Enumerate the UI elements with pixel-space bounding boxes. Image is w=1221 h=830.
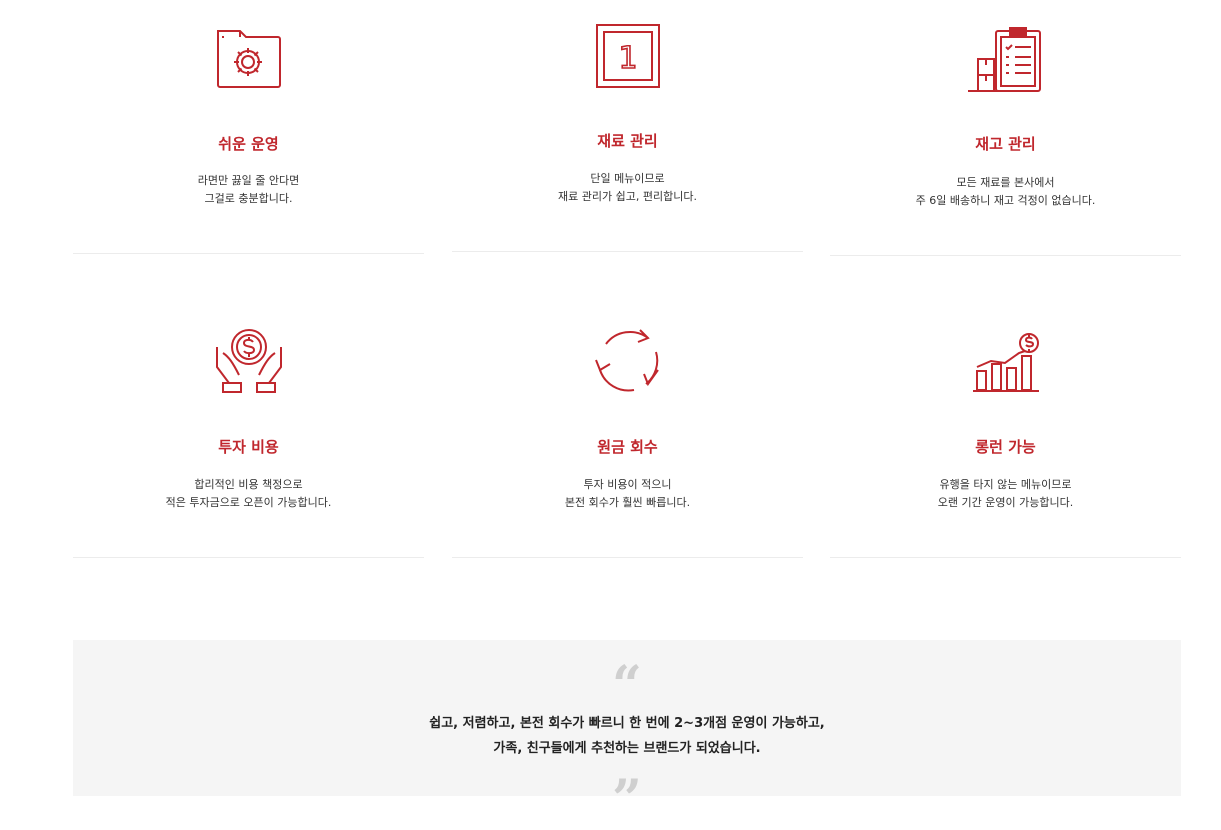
close-quote-icon: ”	[612, 769, 642, 830]
desc-line: 본전 회수가 훨씬 빠릅니다.	[564, 496, 691, 509]
feature-desc: 투자 비용이 적으니 본전 회수가 훨씬 빠릅니다.	[452, 476, 803, 512]
desc-line: 오랜 기간 운영이 가능합니다.	[937, 496, 1074, 509]
feature-desc: 유행을 타지 않는 메뉴이므로 오랜 기간 운영이 가능합니다.	[830, 476, 1181, 512]
testimonial-box: “ 쉽고, 저렴하고, 본전 회수가 빠르니 한 번에 2~3개점 운영이 가능…	[73, 640, 1181, 826]
feature-title: 원금 회수	[597, 438, 658, 456]
open-quote-icon: “	[612, 655, 642, 716]
divider	[452, 557, 803, 558]
desc-line: 적은 투자금으로 오픈이 가능합니다.	[165, 496, 332, 509]
testimonial-line: 가족, 친구들에게 추천하는 브랜드가 되었습니다.	[493, 741, 761, 756]
refresh-cycle-icon	[452, 326, 803, 406]
hands-coin-icon	[73, 327, 424, 407]
divider	[830, 557, 1181, 558]
feature-investment-cost: 투자 비용 합리적인 비용 책정으로 적은 투자금으로 오픈이 가능합니다.	[73, 0, 424, 560]
feature-long-run: 롱런 가능 유행을 타지 않는 메뉴이므로 오랜 기간 운영이 가능합니다.	[830, 0, 1181, 560]
growth-chart-icon	[830, 331, 1181, 411]
desc-line: 합리적인 비용 책정으로	[194, 478, 303, 491]
feature-title: 투자 비용	[218, 438, 279, 456]
feature-desc: 합리적인 비용 책정으로 적은 투자금으로 오픈이 가능합니다.	[73, 476, 424, 512]
desc-line: 유행을 타지 않는 메뉴이므로	[939, 478, 1072, 491]
testimonial-line: 쉽고, 저렴하고, 본전 회수가 빠르니 한 번에 2~3개점 운영이 가능하고…	[429, 716, 825, 731]
divider	[73, 557, 424, 558]
feature-capital-recovery: 원금 회수 투자 비용이 적으니 본전 회수가 훨씬 빠릅니다.	[452, 0, 803, 560]
desc-line: 투자 비용이 적으니	[583, 478, 672, 491]
feature-title: 롱런 가능	[975, 438, 1036, 456]
